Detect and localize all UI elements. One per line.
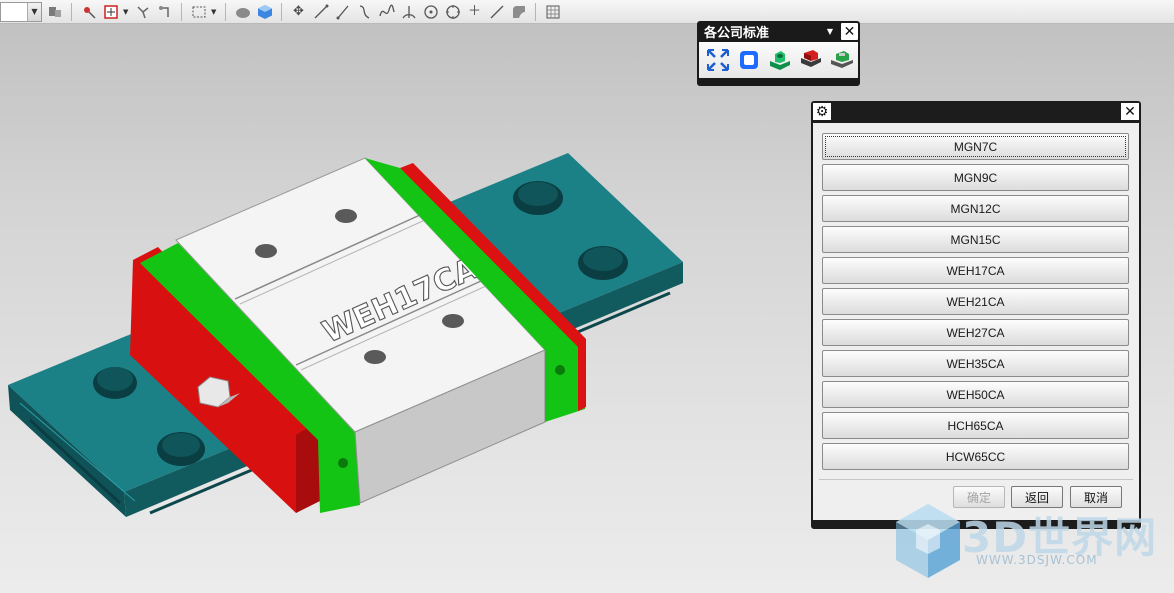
rail-mounting-hole bbox=[513, 181, 563, 215]
option-button-weh50ca[interactable]: WEH50CA bbox=[822, 381, 1129, 408]
rail-mounting-hole bbox=[578, 246, 628, 280]
chevron-down-icon[interactable]: ▼ bbox=[27, 2, 41, 21]
spline-icon[interactable] bbox=[377, 2, 396, 21]
rail-mounting-hole bbox=[157, 432, 205, 466]
chevron-down-icon[interactable]: ▼ bbox=[211, 8, 218, 16]
cube-view-icon[interactable] bbox=[255, 2, 274, 21]
toolbar-divider bbox=[181, 2, 182, 21]
watermark: 3D世界网 WWW.3DSJW.COM bbox=[890, 500, 1174, 593]
line-icon-2[interactable] bbox=[333, 2, 352, 21]
seal-screw bbox=[555, 365, 565, 375]
curve-icon[interactable] bbox=[355, 2, 374, 21]
seal-screw bbox=[338, 458, 348, 468]
close-icon[interactable]: ✕ bbox=[841, 23, 858, 40]
option-button-mgn12c[interactable]: MGN12C bbox=[822, 195, 1129, 222]
dialog-titlebar[interactable]: ⚙ ✕ bbox=[811, 101, 1141, 122]
line-diagonal-icon[interactable] bbox=[487, 2, 506, 21]
watermark-url: WWW.3DSJW.COM bbox=[976, 553, 1098, 567]
option-button-mgn7c[interactable]: MGN7C bbox=[822, 133, 1129, 160]
option-button-weh27ca[interactable]: WEH27CA bbox=[822, 319, 1129, 346]
block-tapped-hole bbox=[255, 244, 277, 258]
square-outline-icon[interactable] bbox=[735, 47, 762, 74]
block-tapped-hole bbox=[364, 350, 386, 364]
option-button-mgn9c[interactable]: MGN9C bbox=[822, 164, 1129, 191]
option-button-weh21ca[interactable]: WEH21CA bbox=[822, 288, 1129, 315]
company-standard-palette: 各公司标准 ▼ ✕ bbox=[697, 21, 860, 86]
block-tapped-hole bbox=[335, 209, 357, 223]
move-icon[interactable]: ✥ bbox=[289, 2, 308, 21]
cube-logo-icon bbox=[896, 504, 960, 578]
circle-icon[interactable] bbox=[421, 2, 440, 21]
dialog-body: MGN7C MGN9C MGN12C MGN15C WEH17CA WEH21C… bbox=[813, 123, 1139, 520]
toolbar-divider bbox=[281, 2, 282, 21]
main-toolbar: ▼ ▼ ▼ ✥ ＋ bbox=[0, 0, 1174, 24]
part-selection-dialog: ⚙ ✕ MGN7C MGN9C MGN12C MGN15C WEH17CA WE… bbox=[811, 101, 1141, 529]
chevron-down-icon[interactable]: ▼ bbox=[123, 8, 130, 16]
toolbar-divider bbox=[535, 2, 536, 21]
part-navigator-icon[interactable] bbox=[45, 2, 64, 21]
snap-point-icon[interactable] bbox=[79, 2, 98, 21]
gear-icon[interactable]: ⚙ bbox=[813, 103, 831, 120]
grid-icon[interactable] bbox=[543, 2, 562, 21]
toolbar-divider bbox=[225, 2, 226, 21]
line-icon[interactable] bbox=[311, 2, 330, 21]
select-box-icon[interactable] bbox=[101, 2, 120, 21]
option-button-hcw65cc[interactable]: HCW65CC bbox=[822, 443, 1129, 470]
arc-icon[interactable] bbox=[399, 2, 418, 21]
rectangle-select-icon[interactable] bbox=[189, 2, 208, 21]
option-button-weh17ca[interactable]: WEH17CA bbox=[822, 257, 1129, 284]
option-button-weh35ca[interactable]: WEH35CA bbox=[822, 350, 1129, 377]
rotate-handle-icon[interactable] bbox=[155, 2, 174, 21]
red-rail-icon[interactable] bbox=[797, 47, 824, 74]
block-tapped-hole bbox=[442, 314, 464, 328]
palette-tool-row bbox=[699, 42, 858, 78]
point-circle-icon[interactable] bbox=[443, 2, 462, 21]
chevron-down-icon[interactable]: ▼ bbox=[827, 27, 833, 36]
rail-assembly-icon[interactable] bbox=[828, 47, 855, 74]
dialog-divider bbox=[819, 479, 1133, 480]
option-button-mgn15c[interactable]: MGN15C bbox=[822, 226, 1129, 253]
toolbar-divider bbox=[71, 2, 72, 21]
option-button-hch65ca[interactable]: HCH65CA bbox=[822, 412, 1129, 439]
linear-guide-model[interactable]: WEH17CA bbox=[0, 25, 700, 593]
fit-view-icon[interactable] bbox=[704, 47, 731, 74]
fillet-icon[interactable] bbox=[509, 2, 528, 21]
plus-point-icon[interactable]: ＋ bbox=[465, 2, 484, 21]
move-handle-icon[interactable] bbox=[133, 2, 152, 21]
close-icon[interactable]: ✕ bbox=[1121, 103, 1139, 120]
palette-titlebar[interactable]: 各公司标准 ▼ ✕ bbox=[697, 21, 860, 42]
green-block-icon[interactable] bbox=[766, 47, 793, 74]
view-combo[interactable]: ▼ bbox=[0, 1, 42, 22]
rail-mounting-hole bbox=[93, 367, 137, 399]
palette-title: 各公司标准 bbox=[704, 26, 770, 41]
shaded-icon[interactable] bbox=[233, 2, 252, 21]
